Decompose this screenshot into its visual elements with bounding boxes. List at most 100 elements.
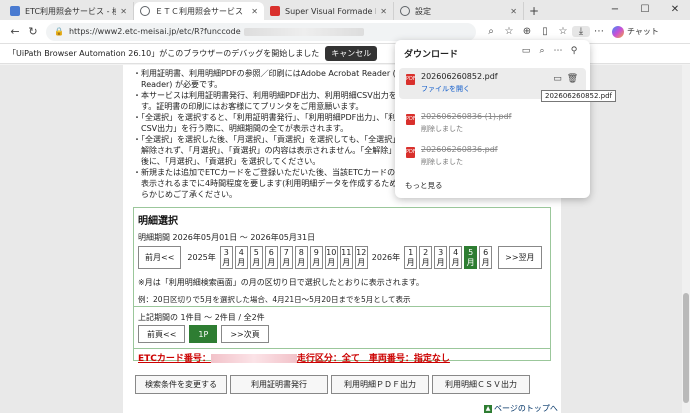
pdf-file-icon: PDF — [406, 147, 416, 158]
search-icon[interactable]: ⌕ — [482, 26, 500, 37]
page-1-button[interactable]: 1P — [189, 325, 218, 343]
tab-label: ＥＴＣ利用照会サービス — [155, 6, 243, 16]
month-button-2026-6[interactable]: 6月 — [479, 246, 493, 269]
more-icon[interactable]: ⋯ — [550, 46, 566, 56]
month-example: 例：20日区切りで5月を選択した場合、4月21日〜5月20日までを5月として表示 — [138, 295, 411, 304]
download-filename: 202606260836.pdf — [421, 145, 498, 154]
action-buttons: 検索条件を変更する 利用証明書発行 利用明細ＰＤＦ出力 利用明細ＣＳＶ出力 — [135, 375, 533, 394]
more-icon[interactable]: ⋯ — [590, 26, 608, 37]
search-icon[interactable]: ⌕ — [534, 46, 550, 56]
download-item[interactable]: PDF 202606260836 (1).pdf 削除しました — [399, 108, 586, 139]
cancel-debug-button[interactable]: キャンセル — [325, 46, 378, 61]
window-controls: − ☐ ✕ — [600, 0, 690, 20]
etc-card-prefix: ETCカード番号： — [138, 354, 211, 364]
address-bar[interactable]: 🔒 https://www2.etc-meisai.jp/etc/R?funcc… — [46, 22, 476, 41]
prev-page-button[interactable]: 前頁<< — [138, 325, 186, 343]
month-selector: 前月<< 2025年 3月 4月 5月 6月 7月 8月 9月 10月 11月 … — [138, 246, 546, 269]
scrollbar-thumb[interactable] — [683, 293, 689, 403]
month-button-2026-3[interactable]: 3月 — [434, 246, 448, 269]
copilot-label: チャット — [627, 27, 659, 36]
month-button-2026-4[interactable]: 4月 — [449, 246, 463, 269]
month-button-2025-3[interactable]: 3月 — [219, 246, 233, 269]
see-more-link[interactable]: もっと見る — [405, 180, 443, 191]
filename-tooltip: 202606260852.pdf — [541, 90, 617, 102]
download-filename: 202606260836 (1).pdf — [421, 112, 512, 121]
download-item[interactable]: PDF 202606260836.pdf 削除しました — [399, 141, 586, 172]
month-button-2026-5[interactable]: 5月 — [464, 246, 478, 269]
export-pdf-button[interactable]: 利用明細ＰＤＦ出力 — [331, 375, 429, 394]
month-button-2026-1[interactable]: 1月 — [404, 246, 418, 269]
debug-message: 「UiPath Browser Automation 26.10」がこのブラウザ… — [8, 49, 320, 58]
etc-card-suffix: 走行区分：全て 車両番号：指定なし — [296, 354, 450, 364]
arrow-up-icon: ▲ — [484, 404, 492, 413]
split-screen-icon[interactable]: ▯ — [536, 26, 554, 37]
year-2025-label: 2025年 — [187, 253, 216, 262]
delete-icon[interactable]: 🗑 — [565, 74, 580, 84]
favorite-icon[interactable]: ☆ — [500, 26, 518, 37]
etc-favicon-icon — [10, 6, 20, 16]
pin-icon[interactable]: ⚲ — [566, 46, 582, 56]
divider — [134, 306, 550, 307]
month-button-2025-12[interactable]: 12月 — [354, 246, 368, 269]
export-csv-button[interactable]: 利用明細ＣＳＶ出力 — [432, 375, 530, 394]
month-button-2025-9[interactable]: 9月 — [309, 246, 323, 269]
issue-certificate-button[interactable]: 利用証明書発行 — [230, 375, 328, 394]
download-filename: 202606260852.pdf — [421, 72, 498, 81]
month-button-2026-2[interactable]: 2月 — [419, 246, 433, 269]
close-icon[interactable]: ✕ — [380, 7, 387, 16]
month-button-2025-8[interactable]: 8月 — [294, 246, 308, 269]
close-icon[interactable]: ✕ — [510, 7, 517, 16]
lock-icon: 🔒 — [54, 27, 64, 36]
new-tab-button[interactable]: + — [524, 2, 544, 20]
tab-label: ETC利用照会サービス - 検索 — [25, 6, 117, 16]
etc-card-link[interactable]: ETCカード番号： 走行区分：全て 車両番号：指定なし — [138, 351, 450, 364]
tab-etc-search[interactable]: ETC利用照会サービス - 検索 ✕ — [4, 2, 134, 20]
tab-etc-service[interactable]: ＥＴＣ利用照会サービス ✕ — [134, 2, 264, 20]
open-file-link[interactable]: ファイルを開く — [421, 84, 470, 94]
pdf-file-icon: PDF — [406, 114, 416, 125]
downloads-title: ダウンロード — [404, 50, 459, 60]
download-icon[interactable]: ⤓ — [572, 26, 590, 37]
open-folder-icon[interactable]: ▭ — [550, 74, 565, 84]
favorites-icon[interactable]: ☆ — [554, 26, 572, 37]
extensions-icon[interactable]: ⊕ — [518, 26, 536, 37]
prev-month-button[interactable]: 前月<< — [138, 246, 182, 269]
back-icon[interactable]: ← — [6, 25, 24, 38]
downloads-panel: ダウンロード ▭ ⌕ ⋯ ⚲ PDF 202606260852.pdf ファイル… — [395, 40, 590, 198]
download-status: 削除しました — [421, 158, 463, 166]
month-button-2025-7[interactable]: 7月 — [279, 246, 293, 269]
folder-icon[interactable]: ▭ — [518, 46, 534, 56]
pdf-file-icon: PDF — [406, 74, 416, 85]
globe-icon — [140, 6, 150, 16]
month-button-2025-4[interactable]: 4月 — [234, 246, 248, 269]
refresh-icon[interactable]: ↻ — [24, 25, 42, 38]
month-button-2025-11[interactable]: 11月 — [339, 246, 353, 269]
month-button-2025-5[interactable]: 5月 — [249, 246, 263, 269]
minimize-icon[interactable]: − — [600, 0, 630, 20]
page-top-link[interactable]: ▲ ページのトップへ — [484, 403, 558, 413]
maximize-icon[interactable]: ☐ — [630, 0, 660, 20]
close-icon[interactable]: ✕ — [251, 7, 258, 16]
month-note: ※月は「利用明細検索画面」の月の区切り日で選択したとおりに表示されます。 — [138, 278, 424, 287]
tab-label: 設定 — [415, 6, 431, 16]
tab-settings[interactable]: 設定 ✕ — [394, 2, 524, 20]
next-month-button[interactable]: >>翌月 — [498, 246, 542, 269]
url-redacted — [243, 27, 364, 36]
tab-super-visual[interactable]: Super Visual Formade Print ✕ — [264, 2, 394, 20]
next-page-button[interactable]: >>次頁 — [221, 325, 269, 343]
result-count: 上記期間の 1件目 〜 2件目 / 全2件 — [138, 313, 265, 322]
period-text: 明細期間 2026年05月01日 〜 2026年05月31日 — [138, 233, 316, 242]
month-button-2025-10[interactable]: 10月 — [324, 246, 338, 269]
close-window-icon[interactable]: ✕ — [660, 0, 690, 20]
scrollbar[interactable] — [682, 65, 690, 413]
gear-icon — [400, 6, 410, 16]
divider — [134, 348, 550, 349]
pager: 前頁<< 1P >>次頁 — [138, 325, 273, 343]
close-icon[interactable]: ✕ — [120, 7, 127, 16]
month-button-2025-6[interactable]: 6月 — [264, 246, 278, 269]
change-search-button[interactable]: 検索条件を変更する — [135, 375, 227, 394]
card-number-redacted — [210, 354, 297, 363]
copilot-button[interactable]: チャット — [612, 25, 659, 38]
url-text: https://www2.etc-meisai.jp/etc/R?funccod… — [68, 27, 241, 36]
pdf-favicon-icon — [270, 6, 280, 16]
